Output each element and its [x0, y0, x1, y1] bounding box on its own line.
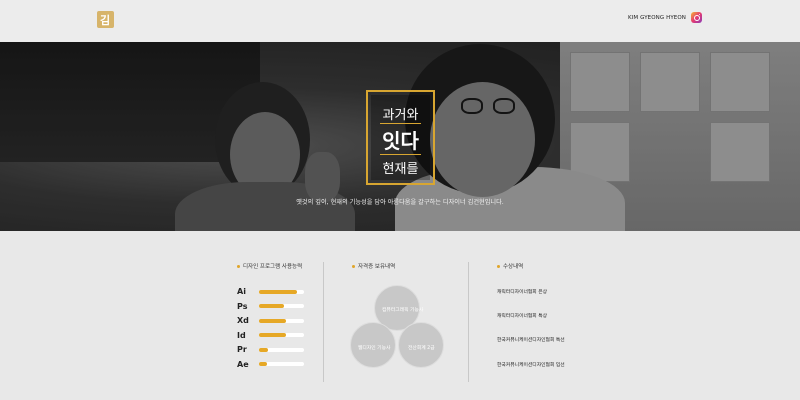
logo[interactable]: 김 [97, 11, 114, 28]
bullet-dot [497, 264, 500, 268]
hero-title-line2: 잇다 [382, 129, 419, 153]
title-divider [380, 123, 421, 124]
certificates-title: 자격증 보유내역 [358, 264, 396, 270]
skill-row: Ps [237, 302, 304, 311]
skill-name: Ae [237, 359, 249, 369]
awards-title: 수상내역 [503, 264, 524, 270]
skill-bar-fill [259, 318, 286, 323]
logo-text: 김 [100, 14, 111, 27]
skill-row: Ai [237, 287, 304, 296]
title-divider [380, 154, 421, 155]
awards-section: 수상내역 [497, 262, 523, 270]
skill-row: Pr [237, 345, 304, 354]
skill-bar-track [259, 318, 304, 323]
skill-name: Ps [237, 301, 248, 311]
award-item: 캐릭터디자이너협회 특상 [497, 314, 548, 319]
skill-bar-fill [259, 289, 298, 294]
bullet-dot [352, 264, 355, 268]
award-item: 한국커뮤니케이션디자인협회 입선 [497, 363, 565, 368]
award-item: 캐릭터디자이너협회 은상 [497, 290, 548, 295]
skill-bar-fill [259, 304, 284, 308]
hero-title-line1: 과거와 [382, 108, 419, 123]
section-divider [468, 262, 469, 382]
certificate-label: 전산회계 2급 [408, 346, 435, 351]
skill-name: Ai [237, 287, 246, 296]
award-item: 한국커뮤니케이션디자인협회 특선 [497, 338, 565, 343]
skill-name: Pr [237, 345, 247, 354]
skill-name: Id [237, 330, 246, 340]
skill-name: Xd [237, 316, 249, 325]
certificate-label: 웹디자인 기능사 [358, 346, 391, 351]
section-divider [323, 262, 324, 382]
certificates-section: 자격증 보유내역 [352, 262, 395, 270]
skills-section: 디자인 프로그램 사용능력 [237, 262, 302, 270]
skill-row: Xd [237, 316, 304, 325]
site-header: 김 KIM GYEONG HYEON [0, 0, 800, 42]
skill-bar-track [259, 362, 304, 366]
skill-bar-fill [259, 347, 268, 352]
certificates-venn: 컴퓨터그래픽 기능사 웹디자인 기능사 전산회계 2급 [350, 285, 450, 375]
skill-bar-track [259, 347, 304, 352]
skills-title: 디자인 프로그램 사용능력 [243, 264, 303, 270]
skill-bar-track [259, 333, 304, 337]
skill-bar-fill [259, 362, 268, 366]
bullet-dot [237, 264, 240, 268]
skill-bar-fill [259, 333, 286, 337]
skill-row: Ae [237, 360, 304, 369]
certificate-label: 컴퓨터그래픽 기능사 [382, 308, 424, 313]
hero-title-box: 과거와 잇다 현재를 [366, 90, 435, 185]
instagram-icon[interactable] [691, 12, 702, 23]
hero-banner: 과거와 잇다 현재를 옛것의 깊이, 현재의 기능성을 담아 아름다움을 갈구하… [0, 42, 800, 231]
skill-bar-track [259, 289, 304, 294]
hero-description: 옛것의 깊이, 현재의 기능성을 담아 아름다움을 갈구하는 디자이너 김건현입… [296, 199, 504, 206]
skill-row: Id [237, 331, 304, 340]
nav-name-link[interactable]: KIM GYEONG HYEON [628, 15, 686, 21]
skill-bar-track [259, 304, 304, 308]
hero-title-line3: 현재를 [382, 162, 419, 177]
